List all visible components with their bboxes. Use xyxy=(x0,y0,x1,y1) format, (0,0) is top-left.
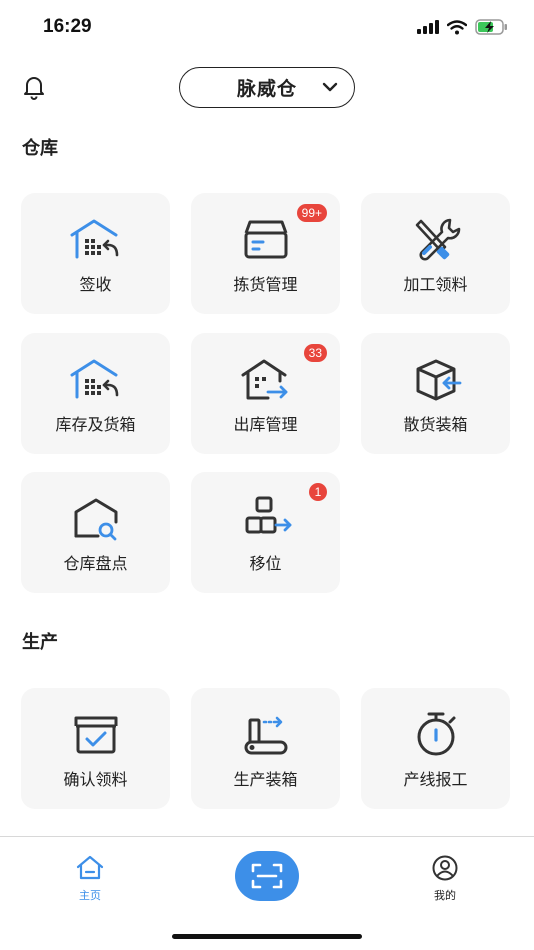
notification-badge: 33 xyxy=(303,344,327,362)
tile-label: 移位 xyxy=(249,554,282,573)
stopwatch-icon xyxy=(417,712,455,756)
status-bar: 16:29 xyxy=(0,0,534,54)
tile-label: 产线报工 xyxy=(403,770,468,789)
home-indicator xyxy=(172,934,362,939)
notification-badge: 99+ xyxy=(296,204,327,222)
tile-label: 库存及货箱 xyxy=(55,415,136,434)
tile-relocate[interactable]: 1 移位 xyxy=(191,472,340,593)
tile-label: 加工领料 xyxy=(403,275,468,294)
section-title-warehouse: 仓库 xyxy=(22,138,58,159)
status-time: 16:29 xyxy=(43,16,92,37)
conveyor-icon xyxy=(244,716,287,755)
cube-box-in-icon xyxy=(416,359,461,401)
tile-production-packing[interactable]: 生产装箱 xyxy=(191,688,340,809)
tile-label: 确认领料 xyxy=(63,770,128,789)
status-icons xyxy=(417,19,508,35)
tab-home[interactable]: 主页 xyxy=(60,855,120,903)
tile-label: 散货装箱 xyxy=(403,415,468,434)
warehouse-search-icon xyxy=(74,498,117,541)
notification-badge: 1 xyxy=(309,483,327,501)
tile-inventory[interactable]: 库存及货箱 xyxy=(21,333,170,454)
user-profile-icon xyxy=(432,855,458,881)
tile-outbound[interactable]: 33 出库管理 xyxy=(191,333,340,454)
tab-bar: 主页 我的 xyxy=(0,836,534,950)
bell-icon[interactable] xyxy=(22,74,46,100)
tools-icon xyxy=(415,218,460,261)
warehouse-selector[interactable]: 脉威仓 xyxy=(179,67,355,108)
tile-label: 签收 xyxy=(79,275,112,294)
tile-sign[interactable]: 签收 xyxy=(21,193,170,314)
tab-mine-label: 我的 xyxy=(434,889,456,902)
tile-label: 出库管理 xyxy=(233,415,298,434)
section-title-production: 生产 xyxy=(22,632,58,653)
tile-line-report[interactable]: 产线报工 xyxy=(361,688,510,809)
warehouse-name: 脉威仓 xyxy=(236,78,297,100)
tile-picking[interactable]: 99+ 拣货管理 xyxy=(191,193,340,314)
home-icon xyxy=(76,855,104,880)
signal-icon xyxy=(417,20,439,34)
box-list-icon xyxy=(244,220,287,259)
tile-label: 生产装箱 xyxy=(233,770,298,789)
tile-processing[interactable]: 加工领料 xyxy=(361,193,510,314)
scan-button[interactable] xyxy=(235,851,299,901)
warehouse-receive-icon xyxy=(70,219,118,259)
tile-bulk-packing[interactable]: 散货装箱 xyxy=(361,333,510,454)
battery-charging-icon xyxy=(475,19,507,35)
tab-mine[interactable]: 我的 xyxy=(415,855,475,903)
scan-icon xyxy=(251,863,283,889)
tab-home-label: 主页 xyxy=(79,889,101,902)
tile-label: 仓库盘点 xyxy=(63,554,128,573)
wifi-icon xyxy=(447,19,467,34)
box-check-icon xyxy=(74,716,117,754)
tile-stocktake[interactable]: 仓库盘点 xyxy=(21,472,170,593)
chevron-down-icon xyxy=(322,82,338,92)
warehouse-outbound-icon xyxy=(241,359,287,400)
boxes-move-icon xyxy=(245,496,291,534)
tile-confirm-material[interactable]: 确认领料 xyxy=(21,688,170,809)
tile-label: 拣货管理 xyxy=(233,275,298,294)
warehouse-return-icon xyxy=(70,359,118,399)
